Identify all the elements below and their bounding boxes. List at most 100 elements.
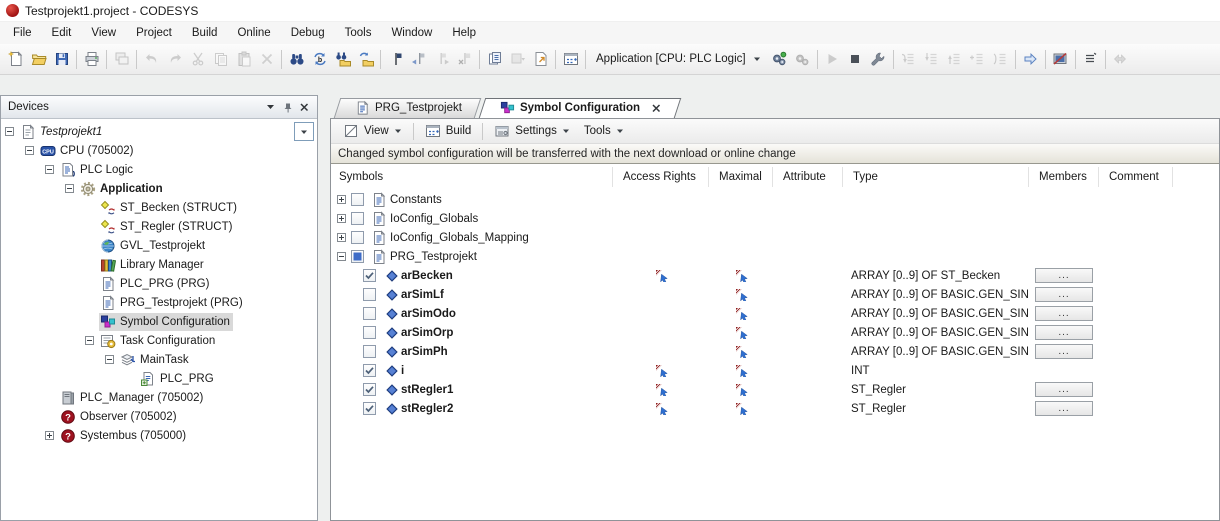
run-to-cursor-button[interactable] [989, 48, 1012, 71]
menu-window[interactable]: Window [381, 24, 442, 42]
copy-button[interactable] [209, 48, 232, 71]
symbol-row-ioconfig-globals-mapping[interactable]: IoConfig_Globals_Mapping [331, 228, 1219, 247]
symbol-checkbox[interactable] [363, 402, 376, 415]
save-button[interactable] [50, 48, 73, 71]
expander-minus[interactable] [5, 127, 14, 136]
expander-minus[interactable] [25, 146, 34, 155]
device-task-configuration[interactable]: Task Configuration [1, 331, 317, 350]
expander-minus[interactable] [65, 184, 74, 193]
menu-view[interactable]: View [81, 24, 126, 42]
start-button[interactable] [821, 48, 844, 71]
symbol-row-constants[interactable]: Constants [331, 190, 1219, 209]
undo-button[interactable] [140, 48, 163, 71]
symbol-checkbox[interactable] [351, 193, 364, 206]
members-button[interactable]: ... [1035, 287, 1093, 302]
step-out-button[interactable] [943, 48, 966, 71]
maximal-cell[interactable] [709, 383, 773, 396]
members-button[interactable]: ... [1035, 344, 1093, 359]
device-observer-705002[interactable]: ?Observer (705002) [1, 407, 317, 426]
flow-control-button[interactable] [1079, 48, 1102, 71]
device-plc-prg[interactable]: PLC_PRG [1, 369, 317, 388]
menu-help[interactable]: Help [442, 24, 486, 42]
expander-plus[interactable] [45, 431, 54, 440]
delete-button[interactable] [255, 48, 278, 71]
symbol-checkbox[interactable] [351, 231, 364, 244]
symbol-row-arsimph[interactable]: arSimPhARRAY [0..9] OF BASIC.GEN_SIN... [331, 342, 1219, 361]
access-rights-cell[interactable] [613, 383, 709, 396]
menu-tools[interactable]: Tools [335, 24, 382, 42]
device-st-regler-struct[interactable]: ST_Regler (STRUCT) [1, 217, 317, 236]
expander-minus[interactable] [105, 355, 114, 364]
members-button[interactable]: ... [1035, 325, 1093, 340]
maximal-cell[interactable] [709, 364, 773, 377]
menu-project[interactable]: Project [126, 24, 182, 42]
expander-plus[interactable] [337, 195, 346, 204]
find-button[interactable] [285, 48, 308, 71]
device-gvl-testprojekt[interactable]: GVL_Testprojekt [1, 236, 317, 255]
symbol-row-arbecken[interactable]: arBeckenARRAY [0..9] OF ST_Becken... [331, 266, 1219, 285]
paste-button[interactable] [232, 48, 255, 71]
expander-minus[interactable] [337, 252, 346, 261]
symbol-checkbox[interactable] [363, 307, 376, 320]
menu-online[interactable]: Online [227, 24, 280, 42]
access-rights-cell[interactable] [613, 402, 709, 415]
expander-minus[interactable] [85, 336, 94, 345]
bookmark-button[interactable] [384, 48, 407, 71]
device-plc-prg-prg[interactable]: PLC_PRG (PRG) [1, 274, 317, 293]
expander-plus[interactable] [337, 214, 346, 223]
maximal-cell[interactable] [709, 326, 773, 339]
maximal-cell[interactable] [709, 307, 773, 320]
panel-window-menu-icon[interactable] [262, 99, 279, 115]
settings-menu-button[interactable]: Settings [487, 121, 577, 141]
menu-build[interactable]: Build [182, 24, 228, 42]
maximal-cell[interactable] [709, 288, 773, 301]
device-plc-logic[interactable]: PLC Logic [1, 160, 317, 179]
bookmark-prev-button[interactable] [407, 48, 430, 71]
redo-button[interactable] [163, 48, 186, 71]
symbol-row-i[interactable]: iINT [331, 361, 1219, 380]
symbol-checkbox[interactable] [351, 212, 364, 225]
new-pou-button[interactable] [529, 48, 552, 71]
build-menu-button[interactable]: Build [418, 121, 479, 141]
login-button[interactable] [768, 48, 791, 71]
symbol-checkbox[interactable] [351, 250, 364, 263]
maximal-cell[interactable] [709, 345, 773, 358]
access-rights-cell[interactable] [613, 269, 709, 282]
symbol-checkbox[interactable] [363, 383, 376, 396]
menu-edit[interactable]: Edit [42, 24, 82, 42]
expander-plus[interactable] [337, 233, 346, 242]
bookmark-clear-button[interactable] [453, 48, 476, 71]
symbol-checkbox[interactable] [363, 364, 376, 377]
find-in-project-button[interactable] [331, 48, 354, 71]
logout-button[interactable] [791, 48, 814, 71]
maximal-cell[interactable] [709, 269, 773, 282]
symbol-row-arsimorp[interactable]: arSimOrpARRAY [0..9] OF BASIC.GEN_SIN... [331, 323, 1219, 342]
device-cpu-705002[interactable]: CPUCPU (705002) [1, 141, 317, 160]
members-button[interactable]: ... [1035, 268, 1093, 283]
symbol-row-stregler1[interactable]: stRegler1ST_Regler... [331, 380, 1219, 399]
maximal-cell[interactable] [709, 402, 773, 415]
symbol-checkbox[interactable] [363, 269, 376, 282]
device-plc-manager-705002[interactable]: PLC_Manager (705002) [1, 388, 317, 407]
expander-minus[interactable] [45, 165, 54, 174]
device-maintask[interactable]: MainTask [1, 350, 317, 369]
toggle-breakpoint-button[interactable] [1049, 48, 1072, 71]
tab-close-icon[interactable] [651, 103, 662, 113]
stop-button[interactable] [844, 48, 867, 71]
members-button[interactable]: ... [1035, 306, 1093, 321]
device-prg-testprojekt-prg[interactable]: PRG_Testprojekt (PRG) [1, 293, 317, 312]
breakpoint-tools-button[interactable] [867, 48, 890, 71]
build-button[interactable] [559, 48, 582, 71]
menu-debug[interactable]: Debug [281, 24, 335, 42]
open-project-button[interactable] [27, 48, 50, 71]
project-dropdown-button[interactable] [294, 122, 314, 141]
replace-button[interactable]: b [308, 48, 331, 71]
tab-prg-testprojekt[interactable]: PRG_Testprojekt [337, 98, 478, 118]
panel-pin-icon[interactable] [279, 99, 296, 115]
step-over-button[interactable] [897, 48, 920, 71]
panel-close-icon[interactable] [296, 99, 313, 115]
access-rights-cell[interactable] [613, 364, 709, 377]
symbol-row-arsimlf[interactable]: arSimLfARRAY [0..9] OF BASIC.GEN_SIN... [331, 285, 1219, 304]
export-pages-button[interactable] [483, 48, 506, 71]
bookmark-next-button[interactable] [430, 48, 453, 71]
